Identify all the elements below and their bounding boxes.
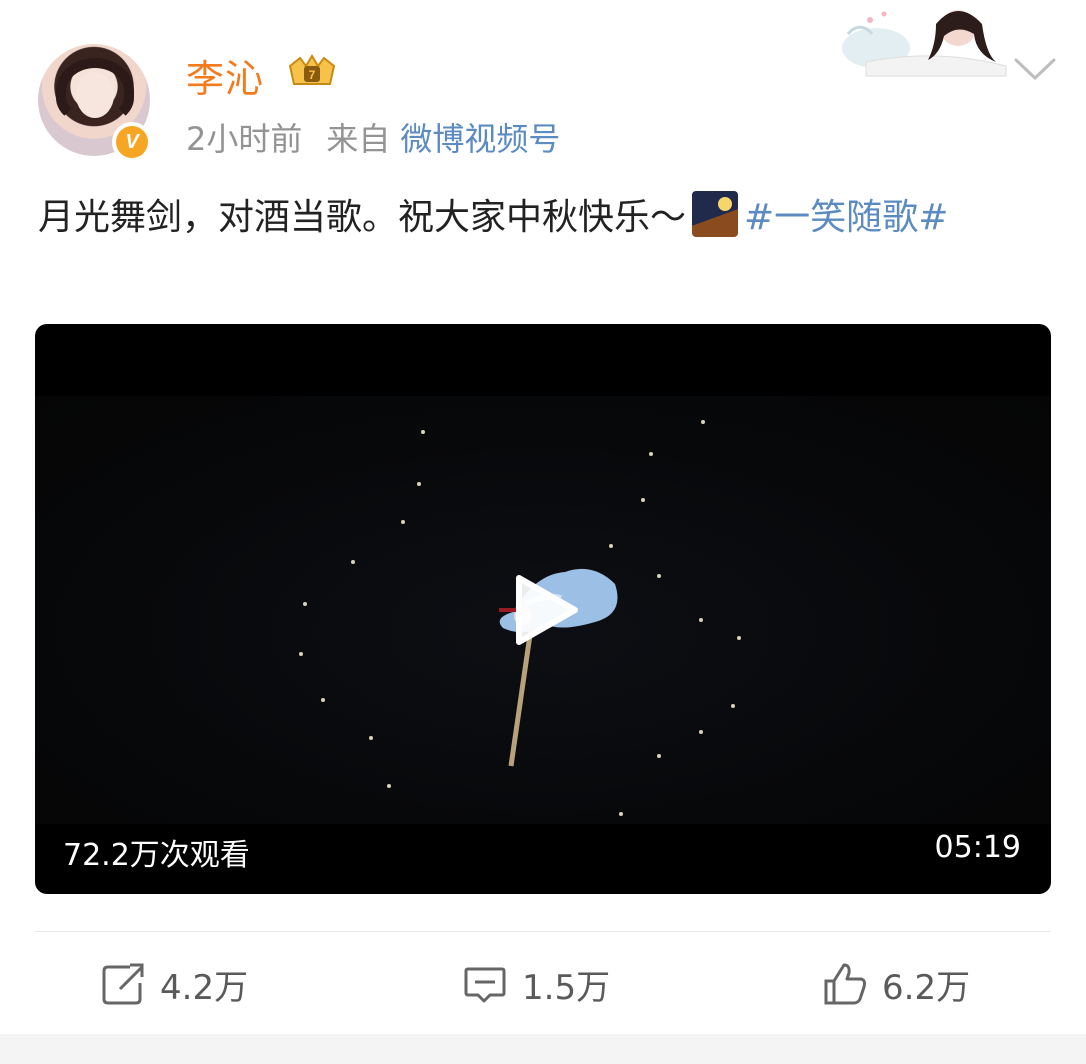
post-time: 2小时前 — [186, 120, 303, 158]
like-count: 6.2万 — [882, 967, 971, 1008]
post-body: 月光舞剑，对酒当歌。祝大家中秋快乐～ — [38, 197, 687, 238]
hashtag-link[interactable]: #一笑随歌# — [744, 197, 948, 238]
svg-text:7: 7 — [309, 68, 316, 82]
divider — [35, 931, 1051, 932]
avatar-face — [76, 72, 114, 118]
repost-icon — [102, 963, 144, 1005]
like-icon — [824, 963, 866, 1005]
view-count: 72.2万次观看 — [63, 838, 250, 873]
comment-icon — [464, 967, 506, 1003]
post-text: 月光舞剑，对酒当歌。祝大家中秋快乐～ #一笑随歌# — [38, 186, 1054, 250]
like-button[interactable]: 6.2万 — [822, 960, 970, 1008]
weibo-post: V 李沁 7 2小时前 来自 微博视频号 月光舞剑，对酒当歌。祝大家中秋快乐～ #一笑… — [0, 0, 1086, 1064]
bottom-bar — [0, 1034, 1086, 1064]
post-source-link[interactable]: 微博视频号 — [400, 120, 560, 158]
username[interactable]: 李沁 — [186, 48, 264, 103]
repost-count: 4.2万 — [160, 967, 249, 1008]
repost-button[interactable]: 4.2万 — [100, 960, 248, 1008]
post-meta: 2小时前 来自 微博视频号 — [186, 114, 560, 160]
crown-badge-icon[interactable]: 7 — [286, 54, 338, 90]
comment-count: 1.5万 — [522, 967, 611, 1008]
from-label: 来自 — [326, 120, 391, 158]
video-duration: 05:19 — [934, 830, 1021, 865]
comment-button[interactable]: 1.5万 — [462, 960, 610, 1008]
moon-emoji-icon — [692, 191, 739, 237]
card-decoration-icon — [842, 10, 1007, 77]
video-player[interactable]: 72.2万次观看 05:19 — [35, 324, 1051, 894]
play-icon[interactable] — [505, 572, 581, 648]
chevron-down-icon[interactable] — [1012, 54, 1058, 84]
verified-icon: V — [112, 122, 152, 162]
